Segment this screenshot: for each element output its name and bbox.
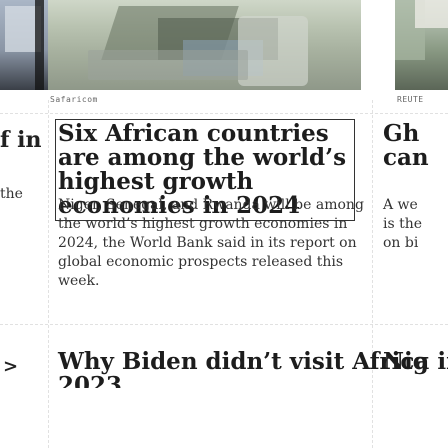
right-next-story-headline[interactable]: Nig bbox=[383, 350, 429, 374]
right-story-headline-line-1: Gh bbox=[383, 120, 420, 147]
main-story-image[interactable] bbox=[48, 0, 361, 90]
right-story-headline-line-2: can bbox=[383, 144, 429, 171]
image-shape bbox=[238, 16, 308, 86]
right-story-headline[interactable]: Gh can bbox=[383, 122, 448, 170]
left-next-story-fragment[interactable]: > bbox=[3, 356, 18, 377]
right-story-deck-line-2: is the bbox=[383, 216, 423, 232]
column-divider bbox=[48, 100, 49, 448]
row-divider bbox=[0, 324, 448, 325]
left-image-post-shape bbox=[35, 0, 44, 90]
left-story-image[interactable] bbox=[0, 0, 48, 90]
right-story-image[interactable] bbox=[395, 0, 448, 90]
left-story-headline-fragment[interactable]: f in bbox=[0, 127, 41, 153]
right-image-shape bbox=[415, 0, 448, 28]
image-shape bbox=[88, 50, 248, 80]
right-story-deck-line-1: A we bbox=[383, 197, 418, 213]
row-divider bbox=[0, 113, 448, 114]
image-credit: Safaricom bbox=[50, 95, 98, 104]
column-divider bbox=[372, 100, 373, 448]
next-story-headline-line-2[interactable]: 2023 bbox=[58, 374, 158, 388]
left-story-deck-fragment: the bbox=[0, 186, 23, 202]
right-story-deck: A we is the on bi bbox=[383, 196, 448, 253]
right-story-deck-line-3: on bi bbox=[383, 235, 419, 251]
image-credit-right: REUTE bbox=[397, 95, 424, 104]
main-story-deck: Niger, Senegal, and Rwanda will be among… bbox=[58, 197, 364, 289]
next-story-headline[interactable]: Why Biden didn’t visit Africa in bbox=[58, 350, 448, 374]
